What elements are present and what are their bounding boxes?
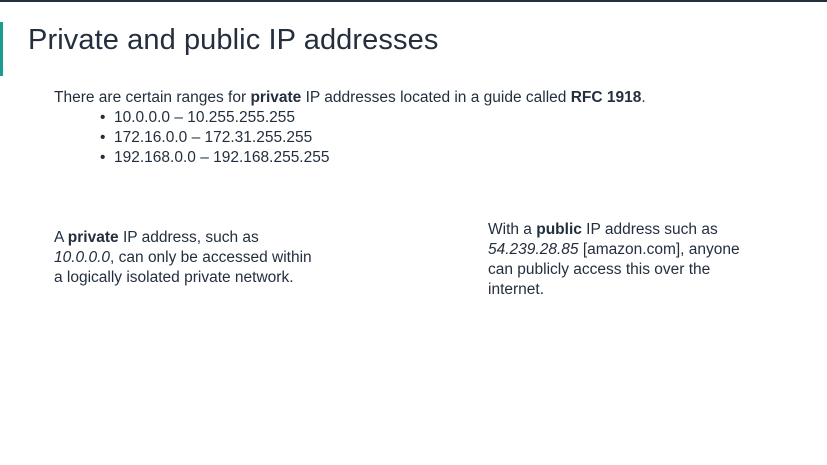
- top-divider: [0, 0, 827, 2]
- private-note-mid: IP address, such as: [118, 229, 259, 246]
- range-list-item: • 172.16.0.0 – 172.31.255.255: [100, 128, 329, 148]
- intro-pre: There are certain ranges for: [54, 89, 251, 106]
- private-note-pre: A: [54, 229, 68, 246]
- private-range-list: • 10.0.0.0 – 10.255.255.255 • 172.16.0.0 –…: [100, 108, 329, 168]
- range-text: 10.0.0.0 – 10.255.255.255: [114, 109, 295, 126]
- intro-private-keyword: private: [250, 89, 302, 106]
- private-ip-note: A private IP address, such as 10.0.0.0, …: [54, 228, 314, 288]
- range-list-item: • 10.0.0.0 – 10.255.255.255: [100, 108, 329, 128]
- range-list-item: • 192.168.0.0 – 192.168.255.255: [100, 148, 329, 168]
- public-note-example-ip: 54.239.28.85: [488, 241, 579, 258]
- bullet-icon: •: [100, 149, 106, 166]
- intro-rfc-reference: RFC 1918: [570, 89, 642, 106]
- private-note-example-ip: 10.0.0.0: [54, 249, 111, 266]
- title-accent-bar: [0, 22, 3, 76]
- public-ip-note: With a public IP address such as 54.239.…: [488, 220, 748, 300]
- intro-post: .: [641, 89, 646, 106]
- public-note-mid: IP address such as: [581, 221, 718, 238]
- intro-mid: IP addresses located in a guide called: [301, 89, 571, 106]
- private-note-keyword: private: [67, 229, 119, 246]
- bullet-icon: •: [100, 129, 106, 146]
- public-note-keyword: public: [536, 221, 582, 238]
- range-text: 172.16.0.0 – 172.31.255.255: [114, 129, 313, 146]
- bullet-icon: •: [100, 109, 106, 126]
- intro-text: There are certain ranges for private IP …: [54, 88, 646, 108]
- slide-title: Private and public IP addresses: [28, 24, 439, 56]
- range-text: 192.168.0.0 – 192.168.255.255: [114, 149, 330, 166]
- public-note-pre: With a: [488, 221, 537, 238]
